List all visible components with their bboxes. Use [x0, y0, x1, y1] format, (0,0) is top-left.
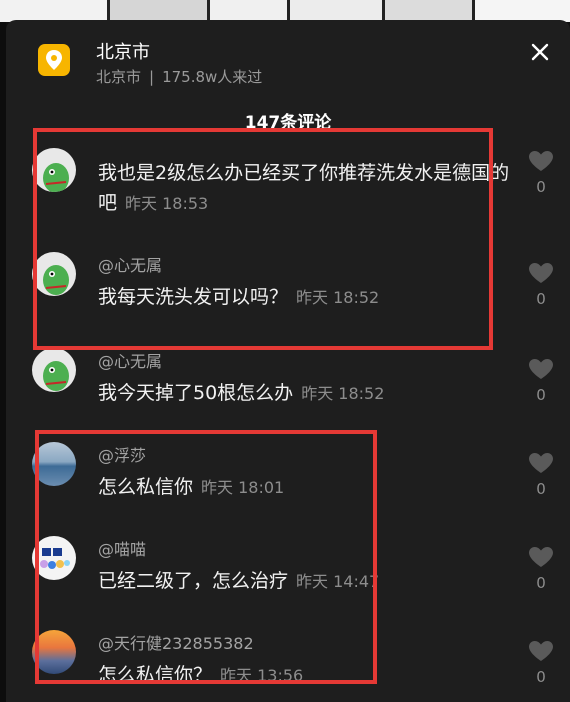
- comment-item[interactable]: @心无属 我每天洗头发可以吗？ 昨天 18:52 0: [6, 250, 570, 340]
- background-video-strip: [0, 0, 570, 22]
- like-button[interactable]: 0: [526, 640, 556, 686]
- avatar[interactable]: [32, 148, 76, 192]
- comment-author[interactable]: @心无属: [98, 348, 162, 372]
- like-count: 0: [536, 178, 546, 196]
- like-count: 0: [536, 290, 546, 308]
- comment-time: 昨天 18:53: [125, 194, 209, 213]
- like-button[interactable]: 0: [526, 358, 556, 404]
- like-button[interactable]: 0: [526, 452, 556, 498]
- comment-text: 怎么私信你 昨天 18:01: [98, 472, 518, 503]
- comment-text: 我今天掉了50根怎么办 昨天 18:52: [98, 378, 518, 409]
- avatar[interactable]: [32, 348, 76, 392]
- comments-count: 147条评论: [244, 113, 332, 133]
- comment-time: 昨天 14:47: [296, 572, 380, 591]
- like-count: 0: [536, 480, 546, 498]
- comment-text: 我也是2级怎么办已经买了你推荐洗发水是德国的吧 昨天 18:53: [98, 158, 518, 219]
- comment-time: 昨天 18:52: [296, 288, 380, 307]
- avatar-dots-icon: [40, 548, 70, 569]
- comment-body: 我每天洗头发可以吗？: [98, 286, 289, 308]
- avatar[interactable]: [32, 442, 76, 486]
- heart-icon: [529, 453, 553, 473]
- like-button[interactable]: 0: [526, 546, 556, 592]
- location-pin-icon: [38, 44, 70, 76]
- avatar-cartoon-icon: [43, 361, 69, 391]
- comment-author[interactable]: @天行健232855382: [98, 630, 254, 654]
- like-button[interactable]: 0: [526, 150, 556, 196]
- like-count: 0: [536, 574, 546, 592]
- comment-text: 怎么私信你？ 昨天 13:56: [98, 660, 518, 691]
- heart-icon: [529, 151, 553, 171]
- like-count: 0: [536, 668, 546, 686]
- comment-time: 昨天 18:52: [301, 384, 385, 403]
- comment-item[interactable]: @天行健232855382 怎么私信你？ 昨天 13:56 0: [6, 628, 570, 702]
- avatar[interactable]: [32, 630, 76, 674]
- location-visitors: 175.8w人来过: [162, 68, 263, 86]
- comment-panel: 北京市 北京市 | 175.8w人来过 147条评论 我也是2级怎么办已经买了你推荐…: [6, 20, 570, 702]
- location-separator: |: [149, 68, 155, 86]
- heart-icon: [529, 547, 553, 567]
- avatar-cartoon-icon: [43, 163, 69, 192]
- location-title: 北京市: [96, 42, 150, 63]
- comment-author[interactable]: @心无属: [98, 252, 162, 276]
- comment-item[interactable]: 我也是2级怎么办已经买了你推荐洗发水是德国的吧 昨天 18:53 0: [6, 144, 570, 244]
- comment-author[interactable]: @浮莎: [98, 442, 146, 466]
- comment-body: 怎么私信你？: [98, 664, 213, 686]
- heart-icon: [529, 359, 553, 379]
- close-button[interactable]: [526, 38, 554, 66]
- location-city: 北京市: [96, 68, 142, 86]
- close-icon: [531, 43, 549, 61]
- comment-item[interactable]: @浮莎 怎么私信你 昨天 18:01 0: [6, 440, 570, 530]
- comment-body: 我今天掉了50根怎么办: [98, 382, 294, 404]
- comment-body: 怎么私信你: [98, 476, 194, 498]
- avatar[interactable]: [32, 252, 76, 296]
- comment-time: 昨天 18:01: [201, 478, 285, 497]
- comment-text: 我每天洗头发可以吗？ 昨天 18:52: [98, 282, 518, 313]
- comment-text: 已经二级了，怎么治疗 昨天 14:47: [98, 566, 518, 597]
- avatar-cartoon-icon: [43, 265, 69, 295]
- comment-time: 昨天 13:56: [220, 666, 304, 685]
- like-button[interactable]: 0: [526, 262, 556, 308]
- comment-item[interactable]: @心无属 我今天掉了50根怎么办 昨天 18:52 0: [6, 346, 570, 436]
- heart-icon: [529, 641, 553, 661]
- heart-icon: [529, 263, 553, 283]
- comment-body: 已经二级了，怎么治疗: [98, 570, 289, 592]
- like-count: 0: [536, 386, 546, 404]
- avatar[interactable]: [32, 536, 76, 580]
- comment-author[interactable]: @喵喵: [98, 536, 146, 560]
- location-subtitle: 北京市 | 175.8w人来过: [96, 66, 262, 87]
- comment-item[interactable]: @喵喵 已经二级了，怎么治疗 昨天 14:47 0: [6, 534, 570, 624]
- location-header[interactable]: 北京市 北京市 | 175.8w人来过: [6, 20, 570, 102]
